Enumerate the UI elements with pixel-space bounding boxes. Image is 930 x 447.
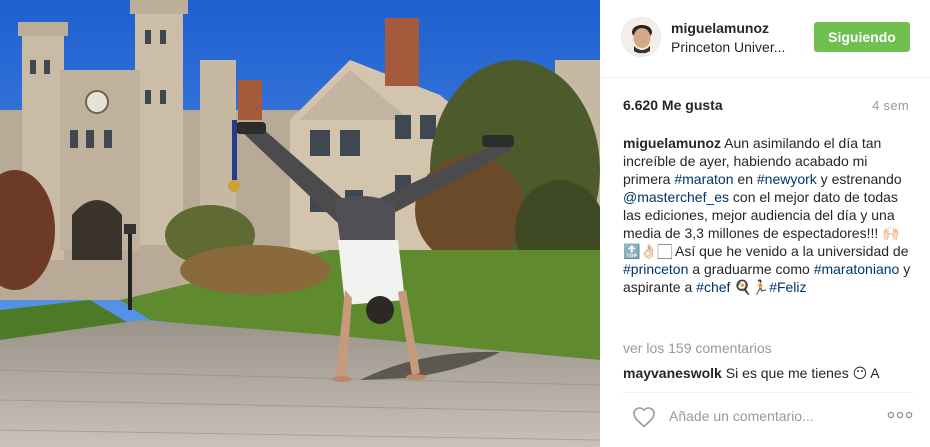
- caption-text: en: [733, 171, 757, 187]
- mention-masterchef[interactable]: @masterchef_es: [623, 189, 729, 205]
- hashtag-feliz[interactable]: #Feliz: [769, 279, 806, 295]
- comment-text: Si es que me tienes 😶 A: [721, 365, 880, 381]
- caption-text: a graduarme como: [688, 261, 814, 277]
- likes-count[interactable]: 6.620 Me gusta: [623, 97, 723, 113]
- avatar[interactable]: [621, 17, 661, 57]
- comment-footer: Añade un comentario...: [623, 392, 913, 436]
- hashtag-newyork[interactable]: #newyork: [757, 171, 817, 187]
- post-header: miguelamunoz Princeton Univer... Siguien…: [600, 0, 930, 78]
- hashtag-maraton[interactable]: #maraton: [674, 171, 733, 187]
- caption-username[interactable]: miguelamunoz: [623, 135, 721, 151]
- post-location[interactable]: Princeton Univer...: [671, 39, 785, 55]
- add-comment-input[interactable]: Añade un comentario...: [669, 408, 814, 424]
- post-caption: miguelamunoz Aun asimilando el día tan i…: [623, 134, 913, 296]
- post-timestamp[interactable]: 4 sem: [872, 98, 909, 113]
- heart-outline-icon[interactable]: [632, 406, 656, 428]
- hashtag-princeton[interactable]: #princeton: [623, 261, 688, 277]
- post-username[interactable]: miguelamunoz: [671, 20, 769, 36]
- comment-item: mayvaneswolk Si es que me tienes 😶 A: [623, 364, 913, 382]
- more-options-icon[interactable]: [887, 407, 913, 423]
- view-all-comments-link[interactable]: ver los 159 comentarios: [623, 340, 772, 356]
- post-details-panel: miguelamunoz Princeton Univer... Siguien…: [600, 0, 930, 447]
- comment-username[interactable]: mayvaneswolk: [623, 365, 722, 381]
- post-photo[interactable]: [0, 0, 600, 447]
- caption-text: y estrenando: [816, 171, 902, 187]
- hashtag-maratoniano[interactable]: #maratoniano: [814, 261, 900, 277]
- caption-text: 🍳🏃🏻: [730, 279, 770, 295]
- likes-row: 6.620 Me gusta 4 sem: [623, 97, 909, 117]
- hashtag-chef[interactable]: #chef: [696, 279, 730, 295]
- following-button[interactable]: Siguiendo: [814, 22, 910, 52]
